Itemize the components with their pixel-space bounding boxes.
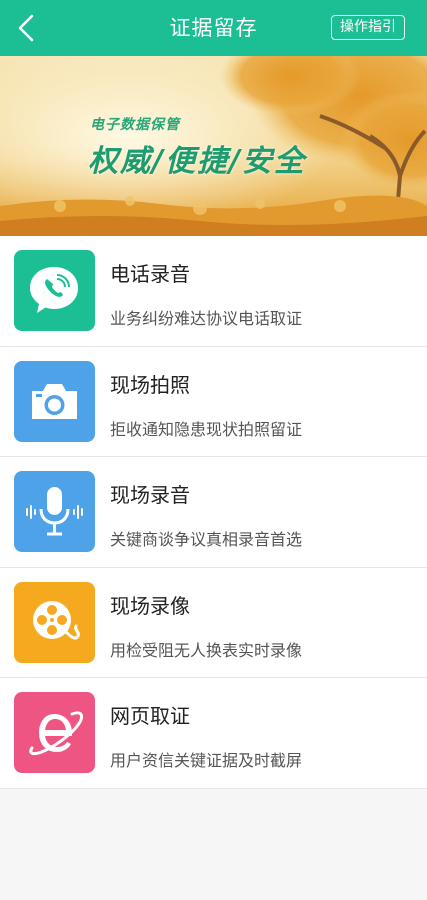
- item-description: 拒收通知隐患现状拍照留证: [110, 419, 303, 439]
- item-title: 现场录音: [110, 483, 190, 507]
- guide-button[interactable]: 操作指引: [331, 15, 405, 40]
- list-item-audio[interactable]: 现场录音 关键商谈争议真相录音首选: [0, 457, 427, 568]
- film-reel-icon: [14, 581, 95, 663]
- evidence-list: 电话录音 业务纠纷难达协议电话取证 现场拍照 拒收通知隐患现状拍照留证 现场录音…: [0, 236, 427, 789]
- phone-bubble-icon: [14, 250, 95, 331]
- banner-subtitle: 电子数据保管: [90, 117, 180, 133]
- microphone-icon: [14, 471, 95, 552]
- banner: 电子数据保管 权威/便捷/安全: [0, 56, 427, 236]
- camera-icon: [14, 360, 95, 442]
- top-bar: 证据留存 操作指引: [0, 0, 427, 56]
- list-item-web[interactable]: 网页取证 用户资信关键证据及时截屏: [0, 678, 427, 789]
- item-description: 用户资信关键证据及时截屏: [110, 751, 303, 770]
- item-title: 电话录音: [110, 262, 190, 286]
- list-item-phone-recording[interactable]: 电话录音 业务纠纷难达协议电话取证: [0, 236, 427, 347]
- item-description: 关键商谈争议真相录音首选: [110, 530, 303, 549]
- item-description: 用检受阻无人换表实时录像: [110, 640, 303, 660]
- banner-headline: 权威/便捷/安全: [88, 144, 306, 179]
- item-title: 现场录像: [110, 593, 190, 618]
- browser-e-icon: [14, 692, 95, 773]
- item-description: 业务纠纷难达协议电话取证: [110, 309, 303, 328]
- list-item-video[interactable]: 现场录像 用检受阻无人换表实时录像: [0, 568, 427, 678]
- item-title: 网页取证: [110, 704, 190, 728]
- item-title: 现场拍照: [110, 372, 190, 397]
- list-item-photo[interactable]: 现场拍照 拒收通知隐患现状拍照留证: [0, 347, 427, 457]
